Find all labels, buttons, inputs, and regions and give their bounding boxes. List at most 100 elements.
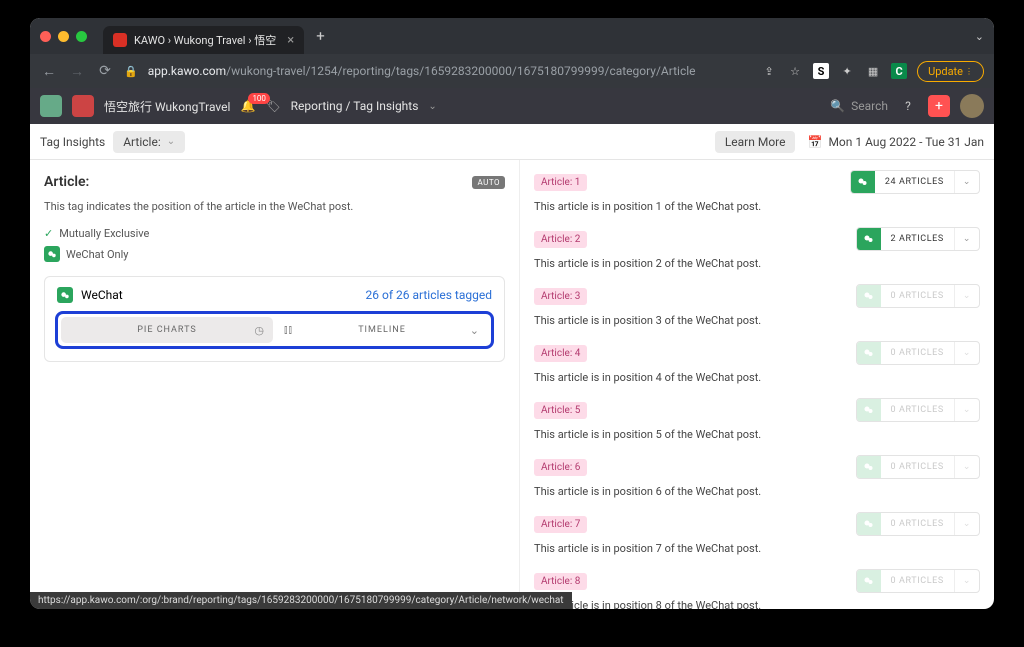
extension-icons: ⇪ ☆ S ✦ ▦ C Update⋮: [761, 61, 984, 82]
article-pill[interactable]: Article: 6: [534, 459, 587, 476]
article-pill[interactable]: Article: 2: [534, 231, 587, 248]
ext-s-icon[interactable]: S: [813, 63, 829, 79]
learn-more-button[interactable]: Learn More: [715, 131, 796, 153]
toolbar-title[interactable]: Tag Insights: [40, 135, 105, 149]
chevron-down-icon: ⌄: [954, 285, 979, 307]
wechat-icon: [44, 246, 60, 262]
article-desc: This article is in position 1 of the WeC…: [534, 200, 980, 213]
share-icon[interactable]: ⇪: [761, 63, 777, 79]
article-pill[interactable]: Article: 5: [534, 402, 587, 419]
article-pill[interactable]: Article: 8: [534, 573, 587, 590]
chevron-down-icon[interactable]: ⌄: [428, 101, 436, 112]
right-panel: Article: 1 24 ARTICLES ⌄ This article is…: [520, 160, 994, 609]
article-count-button[interactable]: 0 ARTICLES ⌄: [856, 512, 981, 536]
bar-chart-icon: ⫾⫾: [284, 323, 293, 337]
status-bar: https://app.kawo.com/:org/:brand/reporti…: [30, 592, 572, 609]
article-item: Article: 5 0 ARTICLES ⌄ This article is …: [534, 398, 980, 441]
chevron-down-icon: ⌄: [954, 171, 979, 193]
tagged-count-link[interactable]: 26 of 26 articles tagged: [366, 288, 492, 302]
article-count-button[interactable]: 0 ARTICLES ⌄: [856, 341, 981, 365]
article-count-button[interactable]: 2 ARTICLES ⌄: [856, 227, 981, 251]
article-desc: This article is in position 4 of the WeC…: [534, 371, 980, 384]
article-desc: This article is in position 3 of the WeC…: [534, 314, 980, 327]
article-count-button[interactable]: 0 ARTICLES ⌄: [856, 569, 981, 593]
window-controls[interactable]: [40, 31, 87, 42]
article-desc: This article is in position 5 of the WeC…: [534, 428, 980, 441]
article-item: Article: 6 0 ARTICLES ⌄ This article is …: [534, 455, 980, 498]
page-toolbar: Tag Insights Article: ⌄ Learn More 📅 Mon…: [30, 124, 994, 160]
platform-card: WeChat 26 of 26 articles tagged PIE CHAR…: [44, 276, 505, 362]
brand-name[interactable]: 悟空旅行 WukongTravel: [104, 98, 230, 115]
pie-charts-tab[interactable]: PIE CHARTS ◷: [61, 317, 273, 343]
url-domain: app.kawo.com: [148, 64, 226, 78]
tab-overflow-icon[interactable]: ⌄: [975, 30, 984, 43]
new-tab-button[interactable]: +: [316, 27, 325, 45]
app-window: KAWO › Wukong Travel › 悟空 × + ⌄ ← → ⟳ 🔒 …: [30, 18, 994, 609]
notif-badge: 100: [248, 93, 270, 104]
article-count-label: 0 ARTICLES: [881, 291, 954, 301]
brand-icon[interactable]: [72, 95, 94, 117]
breadcrumb[interactable]: Reporting / Tag Insights: [291, 99, 419, 113]
close-tab-icon[interactable]: ×: [287, 33, 294, 48]
chevron-down-icon: ⌄: [167, 136, 175, 147]
add-button[interactable]: +: [928, 95, 950, 117]
search-icon: 🔍: [830, 99, 845, 113]
close-window-icon[interactable]: [40, 31, 51, 42]
chevron-down-icon: ⌄: [954, 342, 979, 364]
wechat-icon: [857, 569, 881, 593]
wechat-icon: [857, 227, 881, 251]
url-display[interactable]: app.kawo.com/wukong-travel/1254/reportin…: [148, 64, 751, 78]
article-filter[interactable]: Article: ⌄: [113, 131, 185, 153]
user-avatar[interactable]: [960, 94, 984, 118]
left-panel: Article: AUTO This tag indicates the pos…: [30, 160, 520, 609]
app-header: 悟空旅行 WukongTravel 🔔 100 🏷 Reporting / Ta…: [30, 88, 994, 124]
article-desc: This article is in position 2 of the WeC…: [534, 257, 980, 270]
article-pill[interactable]: Article: 7: [534, 516, 587, 533]
notifications-button[interactable]: 🔔 100: [240, 99, 255, 113]
back-button[interactable]: ←: [40, 63, 58, 80]
page-title: Article:: [44, 174, 89, 190]
star-icon[interactable]: ☆: [787, 63, 803, 79]
org-icon[interactable]: [40, 95, 62, 117]
article-pill[interactable]: Article: 1: [534, 174, 587, 191]
search-box[interactable]: 🔍 Search: [830, 99, 888, 113]
content-area: Article: AUTO This tag indicates the pos…: [30, 160, 994, 609]
wechat-icon: [857, 398, 881, 422]
article-count-label: 0 ARTICLES: [881, 576, 954, 586]
browser-tab[interactable]: KAWO › Wukong Travel › 悟空 ×: [103, 26, 304, 54]
minimize-window-icon[interactable]: [58, 31, 69, 42]
article-desc: This article is in position 8 of the WeC…: [534, 599, 980, 609]
article-count-label: 0 ARTICLES: [881, 519, 954, 529]
wechat-icon: [57, 287, 73, 303]
ext-grid-icon[interactable]: ▦: [865, 63, 881, 79]
lock-icon[interactable]: 🔒: [124, 65, 138, 78]
chevron-down-icon: ⌄: [954, 228, 979, 250]
timeline-tab[interactable]: ⫾⫾ TIMELINE ⌄: [276, 317, 488, 343]
article-count-label: 0 ARTICLES: [881, 405, 954, 415]
wechat-only-label: WeChat Only: [44, 246, 505, 262]
article-pill[interactable]: Article: 4: [534, 345, 587, 362]
clock-icon: ◷: [254, 324, 265, 337]
chevron-down-icon: ⌄: [954, 399, 979, 421]
search-placeholder: Search: [851, 99, 888, 113]
auto-badge: AUTO: [472, 176, 505, 189]
article-item: Article: 7 0 ARTICLES ⌄ This article is …: [534, 512, 980, 555]
chevron-down-icon: ⌄: [954, 570, 979, 592]
article-count-button[interactable]: 0 ARTICLES ⌄: [856, 398, 981, 422]
chevron-down-icon: ⌄: [954, 456, 979, 478]
date-range-picker[interactable]: 📅 Mon 1 Aug 2022 - Tue 31 Jan: [807, 135, 984, 149]
reload-button[interactable]: ⟳: [96, 63, 114, 79]
check-icon: ✓: [44, 227, 53, 240]
tag-description: This tag indicates the position of the a…: [44, 200, 505, 213]
maximize-window-icon[interactable]: [76, 31, 87, 42]
article-count-label: 2 ARTICLES: [881, 234, 954, 244]
article-pill[interactable]: Article: 3: [534, 288, 587, 305]
update-button[interactable]: Update⋮: [917, 61, 984, 82]
mutually-exclusive-label: ✓ Mutually Exclusive: [44, 227, 505, 240]
help-button[interactable]: ?: [898, 96, 918, 116]
puzzle-icon[interactable]: ✦: [839, 63, 855, 79]
article-count-button[interactable]: 24 ARTICLES ⌄: [850, 170, 980, 194]
article-count-button[interactable]: 0 ARTICLES ⌄: [856, 284, 981, 308]
article-count-button[interactable]: 0 ARTICLES ⌄: [856, 455, 981, 479]
ext-c-icon[interactable]: C: [891, 63, 907, 79]
